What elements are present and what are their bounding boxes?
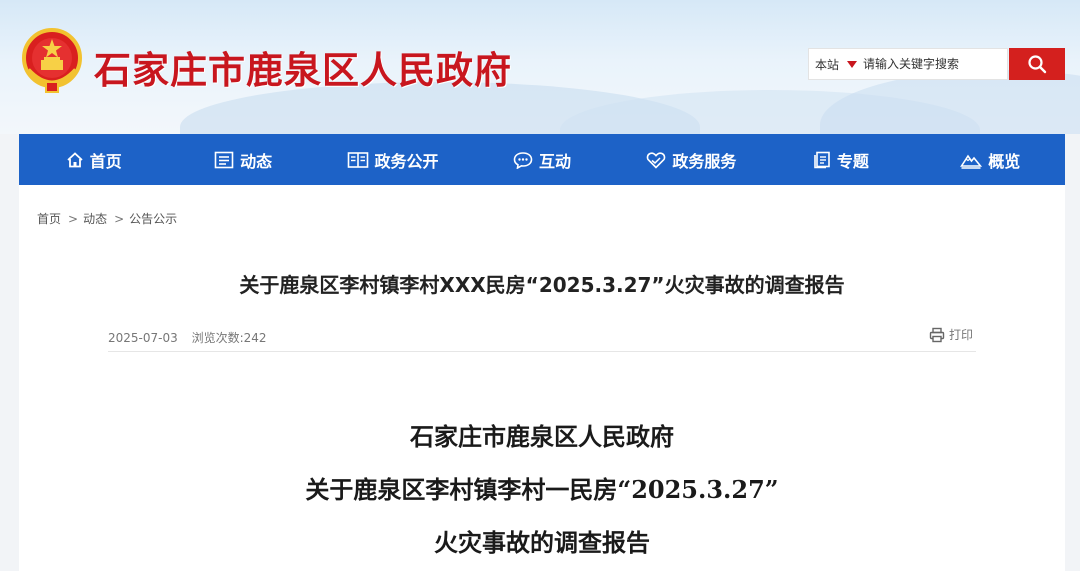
print-button[interactable]: 打印	[929, 326, 973, 343]
nav-item-label: 首页	[89, 151, 122, 171]
breadcrumb-separator: >	[114, 211, 125, 226]
site-header: 石家庄市鹿泉区人民政府 本站	[0, 0, 1080, 134]
main-nav: 首页 动态 政务公开 互动 政务服务 专题 概览	[19, 134, 1065, 185]
article-meta: 2025-07-03 浏览次数:242	[108, 329, 267, 346]
nav-item-government-affairs[interactable]: 政务公开	[318, 134, 467, 185]
nav-item-label: 专题	[836, 151, 869, 171]
nav-item-label: 政务服务	[672, 151, 737, 171]
view-count: 浏览次数:242	[191, 331, 267, 345]
site-title[interactable]: 石家庄市鹿泉区人民政府	[94, 40, 512, 94]
breadcrumb: 首页 > 动态 > 公告公示	[37, 210, 177, 227]
book-icon	[347, 151, 368, 168]
document-heading-line: 火灾事故的调查报告	[434, 528, 650, 557]
news-icon	[214, 151, 234, 168]
breadcrumb-home-link[interactable]: 首页	[37, 210, 61, 227]
nav-item-label: 政务公开	[374, 151, 439, 171]
home-icon	[67, 151, 83, 167]
breadcrumb-separator: >	[68, 211, 79, 226]
search-box: 本站	[808, 48, 1008, 80]
nav-item-home[interactable]: 首页	[19, 134, 168, 185]
breadcrumb-news-link[interactable]: 动态	[83, 210, 107, 227]
nav-item-government-services[interactable]: 政务服务	[617, 134, 766, 185]
document-icon	[814, 151, 830, 168]
document-heading-line: 石家庄市鹿泉区人民政府	[410, 422, 674, 451]
article-panel: 首页 > 动态 > 公告公示 关于鹿泉区李村镇李村XXX民房“2025.3.27…	[19, 185, 1065, 571]
dropdown-caret-icon[interactable]	[847, 60, 857, 68]
chat-icon	[513, 151, 533, 169]
publish-date: 2025-07-03	[108, 331, 178, 345]
search-scope-select[interactable]: 本站	[809, 56, 847, 73]
mountain-icon	[960, 154, 983, 169]
document-heading-line: 关于鹿泉区李村镇李村一民房“2025.3.27”	[305, 475, 779, 504]
search-icon	[1028, 55, 1047, 74]
nav-item-label: 概览	[988, 151, 1021, 171]
breadcrumb-announcements-link[interactable]: 公告公示	[129, 210, 177, 227]
national-emblem-icon	[20, 26, 84, 96]
nav-item-label: 动态	[240, 151, 273, 171]
search-input[interactable]	[863, 57, 1003, 71]
print-label: 打印	[949, 328, 974, 342]
printer-icon	[929, 327, 945, 342]
divider	[108, 351, 976, 352]
nav-item-topics[interactable]: 专题	[766, 134, 915, 185]
nav-item-interaction[interactable]: 互动	[467, 134, 616, 185]
heart-hand-icon	[647, 151, 666, 169]
search-button[interactable]	[1009, 48, 1065, 80]
nav-item-news[interactable]: 动态	[168, 134, 317, 185]
nav-item-overview[interactable]: 概览	[916, 134, 1065, 185]
article-title: 关于鹿泉区李村镇李村XXX民房“2025.3.27”火灾事故的调查报告	[239, 273, 845, 297]
nav-item-label: 互动	[538, 151, 571, 171]
